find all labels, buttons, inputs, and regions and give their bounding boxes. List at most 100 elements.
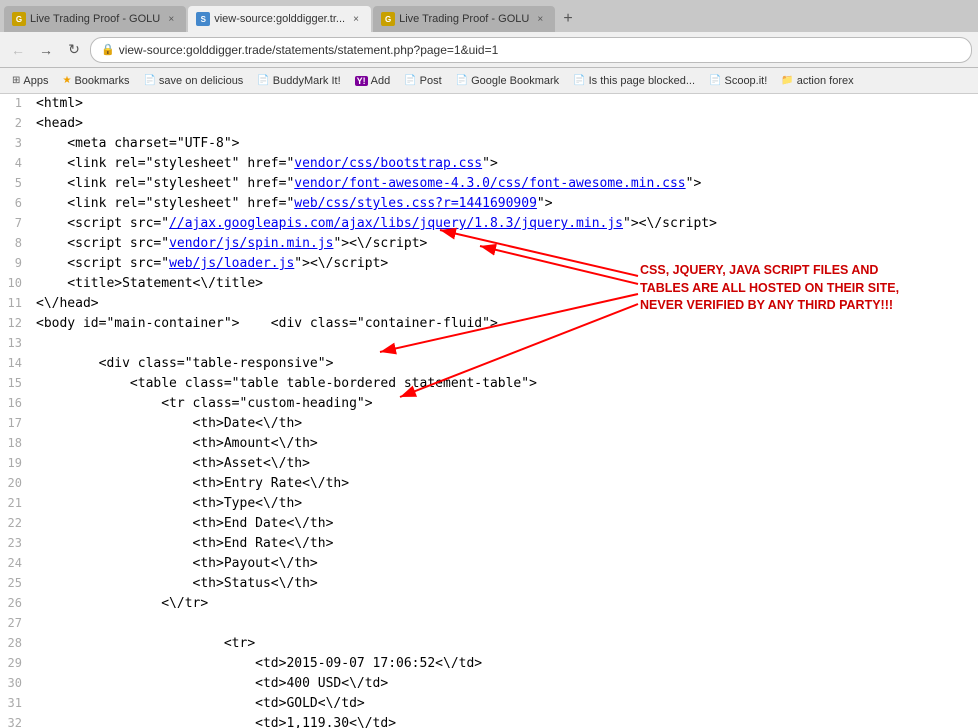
tab-1-favicon: G [12, 12, 26, 26]
tab-3[interactable]: G Live Trading Proof - GOLU × [373, 6, 555, 32]
source-line: 23 <th>End Rate<\/th> [0, 534, 978, 554]
source-link[interactable]: //ajax.googleapis.com/ajax/libs/jquery/1… [169, 216, 623, 231]
tab-1-close[interactable]: × [164, 12, 178, 26]
page-content: 1<html>2<head>3 <meta charset="UTF-8">4 … [0, 94, 978, 728]
line-content: <th>Amount<\/th> [32, 434, 978, 454]
forward-button[interactable]: → [34, 38, 58, 62]
tab-3-title: Live Trading Proof - GOLU [399, 13, 529, 25]
page-icon-1: 📄 [143, 75, 155, 86]
line-number: 15 [0, 374, 32, 394]
folder-icon: 📁 [781, 75, 793, 86]
source-line: 30 <td>400 USD<\/td> [0, 674, 978, 694]
source-line: 19 <th>Asset<\/th> [0, 454, 978, 474]
line-content: <body id="main-container"> <div class="c… [32, 314, 978, 334]
bookmark-save-delicious[interactable]: 📄 save on delicious [137, 73, 249, 89]
bookmark-buddymark[interactable]: 📄 BuddyMark It! [251, 73, 346, 89]
line-number: 31 [0, 694, 32, 714]
line-number: 9 [0, 254, 32, 274]
line-number: 16 [0, 394, 32, 414]
source-line: 25 <th>Status<\/th> [0, 574, 978, 594]
source-line: 9 <script src="web/js/loader.js"><\/scri… [0, 254, 978, 274]
refresh-button[interactable]: ↻ [62, 38, 86, 62]
bookmark-blocked[interactable]: 📄 Is this page blocked... [567, 73, 701, 89]
source-line: 31 <td>GOLD<\/td> [0, 694, 978, 714]
source-link[interactable]: web/js/loader.js [169, 256, 294, 271]
line-number: 3 [0, 134, 32, 154]
line-number: 6 [0, 194, 32, 214]
source-view: 1<html>2<head>3 <meta charset="UTF-8">4 … [0, 94, 978, 728]
source-line: 1<html> [0, 94, 978, 114]
address-bar: ← → ↻ 🔒 view-source:golddigger.trade/sta… [0, 32, 978, 68]
line-content: <link rel="stylesheet" href="web/css/sty… [32, 194, 978, 214]
line-content: <th>Payout<\/th> [32, 554, 978, 574]
tab-1[interactable]: G Live Trading Proof - GOLU × [4, 6, 186, 32]
yahoo-icon: Y! [355, 76, 368, 86]
bookmark-add[interactable]: Y! Add [349, 73, 397, 89]
bookmark-scoop-label: Scoop.it! [724, 75, 767, 87]
tab-3-favicon: G [381, 12, 395, 26]
line-number: 13 [0, 334, 32, 354]
line-content: <tr class="custom-heading"> [32, 394, 978, 414]
bookmark-apps-label: Apps [23, 75, 48, 87]
source-link[interactable]: web/css/styles.css?r=1441690909 [294, 196, 537, 211]
source-link[interactable]: vendor/css/bootstrap.css [294, 156, 482, 171]
bookmark-post[interactable]: 📄 Post [398, 73, 447, 89]
source-line: 7 <script src="//ajax.googleapis.com/aja… [0, 214, 978, 234]
tab-2-title: view-source:golddigger.tr... [214, 13, 345, 25]
source-line: 18 <th>Amount<\/th> [0, 434, 978, 454]
source-line: 14 <div class="table-responsive"> [0, 354, 978, 374]
line-number: 30 [0, 674, 32, 694]
line-content: <head> [32, 114, 978, 134]
browser-frame: G Live Trading Proof - GOLU × S view-sou… [0, 0, 978, 728]
line-number: 19 [0, 454, 32, 474]
back-button[interactable]: ← [6, 38, 30, 62]
tab-3-close[interactable]: × [533, 12, 547, 26]
line-content: <link rel="stylesheet" href="vendor/font… [32, 174, 978, 194]
line-content: <th>Asset<\/th> [32, 454, 978, 474]
line-content: <th>Status<\/th> [32, 574, 978, 594]
tab-2[interactable]: S view-source:golddigger.tr... × [188, 6, 371, 32]
source-link[interactable]: vendor/js/spin.min.js [169, 236, 333, 251]
line-content: <script src="web/js/loader.js"><\/script… [32, 254, 978, 274]
line-number: 21 [0, 494, 32, 514]
page-icon-3: 📄 [404, 75, 416, 86]
line-content: <\/tr> [32, 594, 978, 614]
bookmark-scoop[interactable]: 📄 Scoop.it! [703, 73, 773, 89]
source-line: 26 <\/tr> [0, 594, 978, 614]
source-line: 6 <link rel="stylesheet" href="web/css/s… [0, 194, 978, 214]
bookmarks-bar: ⊞ Apps ★ Bookmarks 📄 save on delicious 📄… [0, 68, 978, 94]
bookmark-google-label: Google Bookmark [471, 75, 559, 87]
new-tab-button[interactable]: + [557, 6, 578, 32]
url-bar[interactable]: 🔒 view-source:golddigger.trade/statement… [90, 37, 972, 63]
bookmark-post-label: Post [420, 75, 442, 87]
line-content: <td>400 USD<\/td> [32, 674, 978, 694]
line-content: <th>Date<\/th> [32, 414, 978, 434]
line-number: 23 [0, 534, 32, 554]
line-content: <div class="table-responsive"> [32, 354, 978, 374]
bookmark-save-delicious-label: save on delicious [159, 75, 243, 87]
line-content: <td>GOLD<\/td> [32, 694, 978, 714]
bookmark-action-forex[interactable]: 📁 action forex [775, 73, 859, 89]
line-number: 26 [0, 594, 32, 614]
line-number: 4 [0, 154, 32, 174]
line-number: 24 [0, 554, 32, 574]
source-line: 24 <th>Payout<\/th> [0, 554, 978, 574]
source-line: 29 <td>2015-09-07 17:06:52<\/td> [0, 654, 978, 674]
bookmark-google[interactable]: 📄 Google Bookmark [450, 73, 566, 89]
tab-2-close[interactable]: × [349, 12, 363, 26]
line-content: <th>End Rate<\/th> [32, 534, 978, 554]
line-number: 25 [0, 574, 32, 594]
line-number: 7 [0, 214, 32, 234]
source-line: 28 <tr> [0, 634, 978, 654]
source-line: 10 <title>Statement<\/title> [0, 274, 978, 294]
bookmark-bookmarks[interactable]: ★ Bookmarks [56, 73, 135, 89]
line-number: 18 [0, 434, 32, 454]
page-icon-6: 📄 [709, 75, 721, 86]
source-line: 13 [0, 334, 978, 354]
line-number: 10 [0, 274, 32, 294]
source-link[interactable]: vendor/font-awesome-4.3.0/css/font-aweso… [294, 176, 685, 191]
bookmark-apps[interactable]: ⊞ Apps [6, 73, 54, 89]
bookmark-add-label: Add [371, 75, 391, 87]
source-line: 17 <th>Date<\/th> [0, 414, 978, 434]
line-content: <tr> [32, 634, 978, 654]
